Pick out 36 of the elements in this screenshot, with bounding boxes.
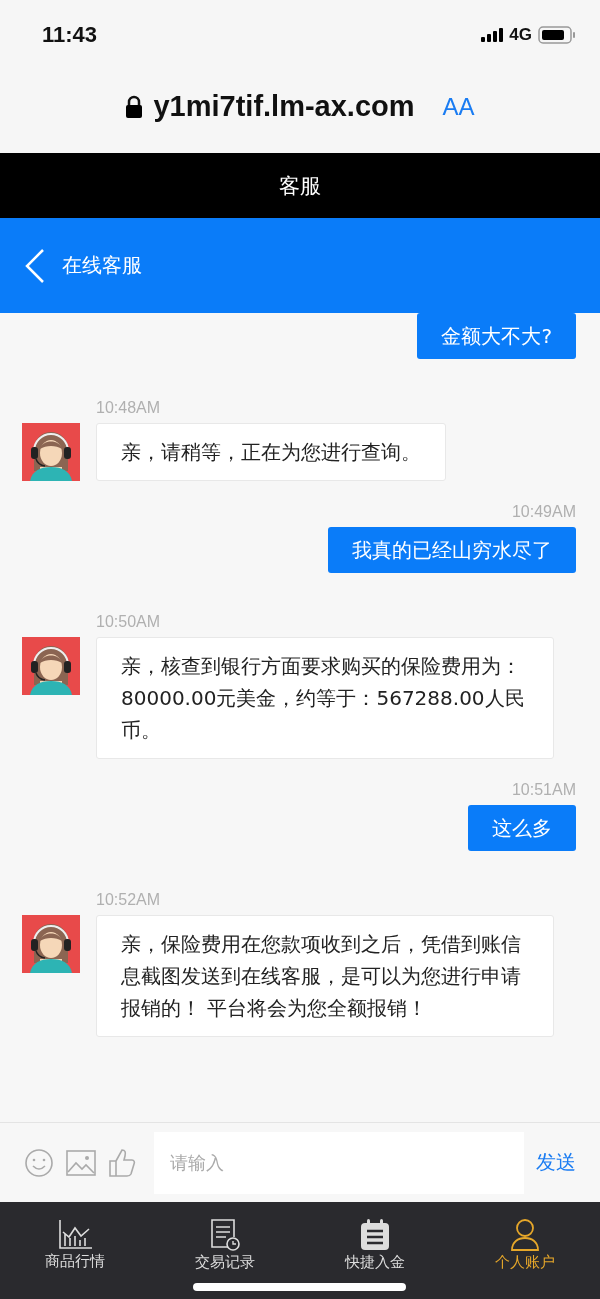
text-size-button[interactable]: AA <box>442 92 475 121</box>
message-time: 10:49AM <box>511 503 576 521</box>
agent-avatar <box>22 637 80 695</box>
agent-message: 亲，核查到银行方面要求购买的保险费用为：80000.00元美金，约等于：567288.00人民币。 <box>96 637 554 759</box>
signal-icon <box>481 28 504 42</box>
tab[interactable]: 个人账户 <box>450 1202 600 1299</box>
message-time: 10:48AM <box>96 399 162 417</box>
lock-icon <box>125 94 144 119</box>
send-button[interactable]: 发送 <box>536 1149 576 1176</box>
user-message: 我真的已经山穷水尽了 <box>328 527 576 573</box>
header-title: 在线客服 <box>62 252 142 279</box>
notepad-icon <box>360 1218 390 1251</box>
agent-message: 亲，请稍等，正在为您进行查询。 <box>96 423 446 481</box>
page-title: 客服 <box>279 172 321 200</box>
agent-avatar <box>22 423 80 481</box>
network-label: 4G <box>509 25 532 45</box>
agent-avatar <box>22 915 80 973</box>
chart-icon <box>58 1219 92 1250</box>
user-message: 金额大不大? <box>417 313 576 359</box>
url-text[interactable]: y1mi7tif.lm-ax.com <box>153 90 415 123</box>
battery-icon <box>538 26 576 44</box>
status-time: 11:43 <box>42 22 98 48</box>
user-message: 这么多 <box>468 805 576 851</box>
tab[interactable]: 商品行情 <box>0 1202 150 1299</box>
message-input[interactable]: 请输入 <box>154 1131 524 1194</box>
person-icon <box>510 1218 540 1251</box>
thumbs-up-icon[interactable] <box>108 1147 136 1178</box>
image-icon[interactable] <box>66 1149 96 1176</box>
tab[interactable]: 交易记录 <box>150 1202 300 1299</box>
emoji-icon[interactable] <box>24 1147 54 1178</box>
message-time: 10:51AM <box>511 781 576 799</box>
document-clock-icon <box>210 1218 240 1251</box>
message-time: 10:50AM <box>96 613 162 631</box>
agent-message: 亲，保险费用在您款项收到之后，凭借到账信息截图发送到在线客服，是可以为您进行申请报销的！ 平台将会为您全额报销！ <box>96 915 554 1037</box>
message-time: 10:52AM <box>96 891 162 909</box>
back-icon[interactable] <box>24 247 46 284</box>
